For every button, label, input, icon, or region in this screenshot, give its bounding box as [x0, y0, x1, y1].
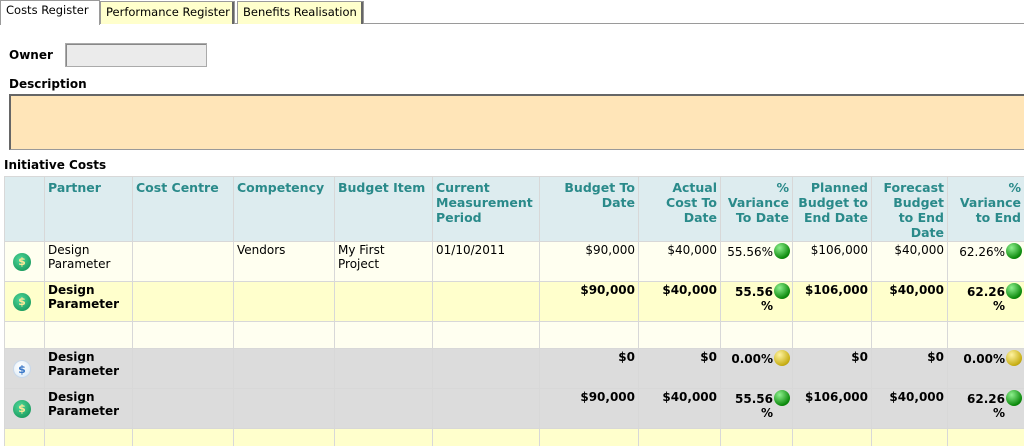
table-row-summary[interactable]: $ Design Parameter $90,000 $40,000 55.56…	[4, 388, 1024, 429]
status-cell: $	[4, 388, 45, 429]
period-cell: 01/10/2011	[432, 241, 540, 282]
variance-to-end-cell: 0.00%	[947, 348, 1024, 389]
forecast-budget-cell: $40,000	[871, 388, 948, 429]
variance-to-date-value: 55.56	[735, 285, 773, 299]
table-row[interactable]: $ Design Parameter Vendors My First Proj…	[4, 241, 1024, 282]
actual-cost-cell: $40,000	[638, 388, 721, 429]
actual-cost-cell: $40,000	[638, 281, 721, 322]
table-row-summary[interactable]: $ Design Parameter $0 $0 0.00% $0 $0 0.0…	[4, 348, 1024, 389]
table-header-row: Partner Cost Centre Competency Budget It…	[4, 176, 1024, 242]
dollar-status-icon[interactable]: $	[13, 293, 31, 311]
partner-cell: Design Parameter	[44, 388, 133, 429]
competency-cell: Vendors	[233, 241, 335, 282]
period-cell	[432, 281, 540, 322]
header-budget-to-date[interactable]: Budget To Date	[539, 176, 639, 242]
green-status-dot-icon	[774, 390, 790, 406]
budget-to-date-cell: $90,000	[539, 281, 639, 322]
green-status-dot-icon	[1006, 243, 1022, 259]
partner-cell: Design Parameter	[44, 348, 133, 389]
header-planned-budget-to-end-date[interactable]: Planned Budget to End Date	[792, 176, 872, 242]
yellow-status-dot-icon	[774, 350, 790, 366]
variance-to-date-cell: 0.00%	[720, 348, 793, 389]
owner-label: Owner	[9, 48, 53, 62]
header-current-measurement-period[interactable]: Current Measurement Period	[432, 176, 540, 242]
percent-unit: %	[760, 406, 773, 420]
forecast-budget-cell: $40,000	[871, 241, 948, 282]
budget-to-date-cell: $90,000	[539, 388, 639, 429]
variance-to-end-value: 62.26	[967, 392, 1005, 406]
header-forecast-budget-to-end-date[interactable]: Forecast Budget to End Date	[871, 176, 948, 242]
dollar-status-icon[interactable]: $	[13, 360, 31, 378]
owner-field[interactable]	[65, 43, 207, 67]
status-cell: $	[4, 281, 45, 322]
status-cell: $	[4, 348, 45, 389]
variance-to-end-cell: 62.26%	[947, 388, 1024, 429]
planned-budget-cell: $0	[792, 348, 872, 389]
description-label: Description	[9, 77, 87, 91]
header-budget-item[interactable]: Budget Item	[334, 176, 433, 242]
actual-cost-cell: $0	[638, 348, 721, 389]
budget-to-date-cell: $0	[539, 348, 639, 389]
header-status	[4, 176, 45, 242]
planned-budget-cell: $106,000	[792, 388, 872, 429]
partner-cell: Design Parameter	[44, 281, 133, 322]
variance-to-date-cell: 55.56%	[720, 281, 793, 322]
tab-bar: Costs Register Performance Register Bene…	[0, 0, 1024, 25]
table-row-total[interactable]: $ Design Parameter $90,000 $40,000 55.56…	[4, 281, 1024, 322]
header-actual-cost-to-date[interactable]: Actual Cost To Date	[638, 176, 721, 242]
header-variance-to-date[interactable]: % Variance To Date	[720, 176, 793, 242]
variance-to-end-value: 62.26	[967, 285, 1005, 299]
variance-to-end-cell: 62.26%	[947, 241, 1024, 282]
yellow-status-dot-icon	[1006, 350, 1022, 366]
competency-cell	[233, 281, 335, 322]
dollar-status-icon[interactable]: $	[13, 253, 31, 271]
green-status-dot-icon	[774, 283, 790, 299]
variance-to-date-value: 0.00%	[731, 352, 773, 366]
budget-item-cell	[334, 281, 433, 322]
tab-performance-register[interactable]: Performance Register	[100, 1, 235, 24]
header-cost-centre[interactable]: Cost Centre	[132, 176, 234, 242]
budget-item-cell: My First Project	[334, 241, 433, 282]
actual-cost-cell: $40,000	[638, 241, 721, 282]
status-cell: $	[4, 241, 45, 282]
forecast-budget-cell: $0	[871, 348, 948, 389]
forecast-budget-cell: $40,000	[871, 281, 948, 322]
header-variance-to-end[interactable]: % Variance to End	[947, 176, 1024, 242]
budget-to-date-cell: $90,000	[539, 241, 639, 282]
percent-unit: %	[760, 299, 773, 313]
variance-to-date-cell: 55.56%	[720, 388, 793, 429]
variance-to-date-cell: 55.56%	[720, 241, 793, 282]
green-status-dot-icon	[1006, 390, 1022, 406]
cost-centre-cell	[132, 281, 234, 322]
variance-to-date-value: 55.56	[735, 392, 773, 406]
initiative-costs-title: Initiative Costs	[4, 158, 107, 172]
percent-unit: %	[992, 406, 1005, 420]
variance-to-end-cell: 62.26%	[947, 281, 1024, 322]
table-row-empty	[4, 428, 1024, 446]
planned-budget-cell: $106,000	[792, 281, 872, 322]
header-competency[interactable]: Competency	[233, 176, 335, 242]
description-field[interactable]	[9, 94, 1024, 150]
percent-unit: %	[992, 299, 1005, 313]
table-row-empty	[4, 321, 1024, 349]
tab-costs-register[interactable]: Costs Register	[0, 0, 100, 25]
variance-to-end-value: 0.00%	[963, 352, 1005, 366]
green-status-dot-icon	[1006, 283, 1022, 299]
cost-centre-cell	[132, 241, 234, 282]
dollar-status-icon[interactable]: $	[13, 400, 31, 418]
tab-benefits-realisation[interactable]: Benefits Realisation	[237, 1, 364, 24]
variance-to-date-value: 55.56%	[727, 245, 773, 259]
variance-to-end-value: 62.26%	[959, 245, 1005, 259]
green-status-dot-icon	[774, 243, 790, 259]
header-partner[interactable]: Partner	[44, 176, 133, 242]
partner-cell: Design Parameter	[44, 241, 133, 282]
planned-budget-cell: $106,000	[792, 241, 872, 282]
initiative-costs-table: Partner Cost Centre Competency Budget It…	[4, 176, 1024, 446]
